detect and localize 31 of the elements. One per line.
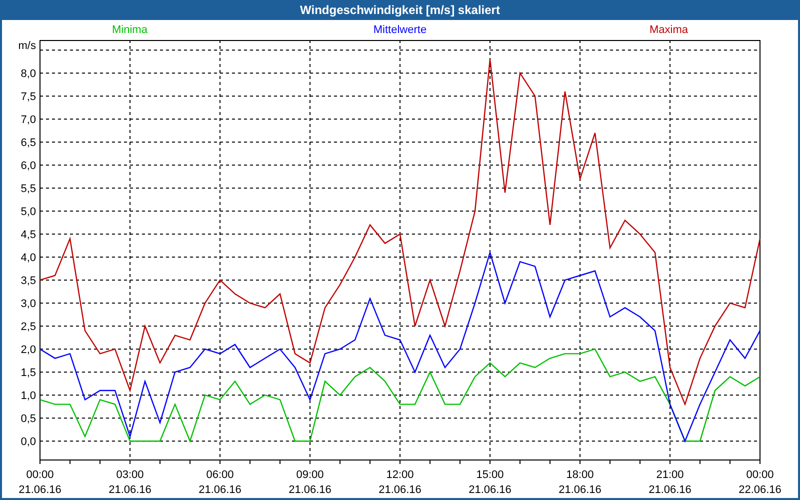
axis-label: 00:00 21.06.16 bbox=[18, 469, 62, 496]
axis-label: 5,5 bbox=[20, 183, 36, 196]
axis-label: 7,5 bbox=[20, 91, 36, 104]
axis-label: 00:00 22.06.16 bbox=[738, 469, 782, 496]
axis-label: 7,0 bbox=[20, 114, 36, 126]
axis-label: 0,0 bbox=[20, 436, 36, 448]
axis-label: 1,5 bbox=[20, 367, 36, 380]
axis-label: 03:00 21.06.16 bbox=[108, 469, 152, 496]
axis-label: 2,5 bbox=[20, 321, 36, 334]
axis-label: 21:00 21.06.16 bbox=[648, 469, 692, 496]
axis-label: 0,5 bbox=[20, 413, 36, 426]
axis-label: 6,0 bbox=[20, 160, 36, 172]
axis-label: 1,0 bbox=[20, 390, 36, 402]
axis-label: 2,0 bbox=[20, 344, 36, 356]
axis-label: 18:00 21.06.16 bbox=[558, 469, 602, 496]
window-title: Windgeschwindigkeit [m/s] skaliert bbox=[2, 0, 798, 20]
axis-title: m/s bbox=[18, 40, 36, 52]
legend-label: Mittelwerte bbox=[372, 24, 428, 36]
axis-label: 4,5 bbox=[20, 229, 36, 242]
axis-label: 8,0 bbox=[20, 68, 36, 80]
axis-label: 4,0 bbox=[20, 252, 36, 264]
axis-label: 5,0 bbox=[20, 206, 36, 218]
axis-label: 15:00 21.06.16 bbox=[468, 469, 512, 496]
axis-label: 3,5 bbox=[20, 275, 36, 288]
axis-label: 06:00 21.06.16 bbox=[198, 469, 242, 496]
legend-label: Maxima bbox=[648, 24, 689, 36]
axis-label: 12:00 21.06.16 bbox=[378, 469, 422, 496]
axis-label: 3,0 bbox=[20, 298, 36, 310]
axis-label: 09:00 21.06.16 bbox=[288, 469, 332, 496]
axis-label: 6,5 bbox=[20, 137, 36, 150]
legend-label: Minima bbox=[111, 24, 148, 36]
